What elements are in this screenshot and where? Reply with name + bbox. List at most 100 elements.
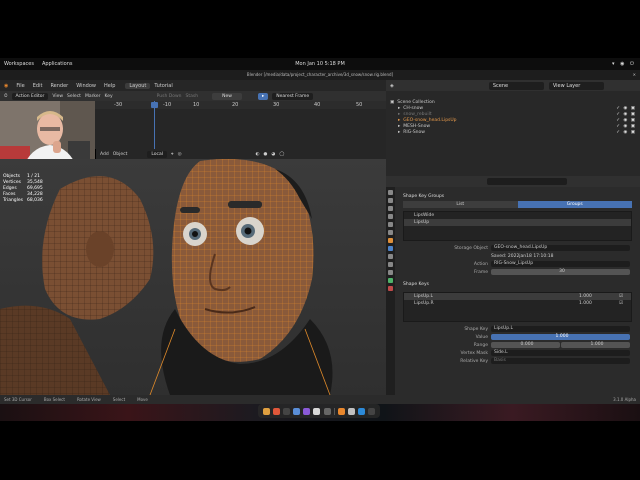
constraints-tab-icon[interactable]: [388, 270, 393, 275]
properties-search-input[interactable]: [487, 178, 567, 185]
app-icon[interactable]: [323, 407, 331, 415]
letterbox-bottom: [0, 421, 640, 480]
current-frame-indicator[interactable]: [151, 102, 158, 108]
world-tab-icon[interactable]: [388, 230, 393, 235]
tab-tutorial[interactable]: Tutorial: [150, 83, 176, 89]
shape-key-name-field[interactable]: LipsUp.L: [491, 326, 630, 332]
app-icon[interactable]: [368, 407, 376, 415]
tool-tab-icon[interactable]: [388, 190, 393, 195]
editor-type-icon[interactable]: ⏱: [4, 93, 8, 99]
viewport-menu-object[interactable]: Object: [113, 152, 128, 157]
shading-render-icon[interactable]: ◯: [279, 152, 284, 157]
storage-object-field[interactable]: GEO-snow_head.LipsUp: [491, 245, 630, 251]
filter-icon[interactable]: ▸: [257, 92, 269, 100]
list-item[interactable]: LipsUp.R 1.000 ☑: [404, 300, 631, 307]
workspaces-button[interactable]: Workspaces: [4, 61, 34, 67]
timeline-menu-view[interactable]: View: [52, 94, 63, 99]
app-icon[interactable]: [303, 407, 311, 415]
status-hint: Select: [112, 397, 126, 402]
timeline-menu-select[interactable]: Select: [67, 94, 81, 99]
viewport-statistics: Objects 1 / 21 Vertices 35,548 Edges 69,695…: [3, 174, 43, 204]
letterbox-top: [0, 0, 640, 58]
list-item[interactable]: LipsUp: [404, 219, 631, 226]
blender-icon[interactable]: [337, 407, 345, 415]
storage-object-row: Storage Object GEO-snow_head.LipsUp: [395, 244, 640, 252]
push-down-button[interactable]: Push Down: [157, 94, 182, 99]
tick-label: -10: [163, 102, 172, 108]
checkbox-icon[interactable]: ☑: [619, 300, 631, 307]
shading-material-icon[interactable]: ◕: [271, 152, 275, 157]
modifier-tab-icon[interactable]: [388, 246, 393, 251]
visibility-icons[interactable]: ✓ ◉ ▣: [616, 130, 636, 136]
shape-key-groups-header[interactable]: Shape Key Groups: [395, 193, 640, 201]
relative-key-row: Relative Key Basis: [395, 357, 640, 365]
stash-button[interactable]: Stash: [186, 94, 199, 99]
tick-label: -30: [114, 102, 123, 108]
expand-icon[interactable]: ▸: [398, 130, 400, 136]
applications-menu[interactable]: Applications: [42, 61, 73, 67]
orientation-dropdown[interactable]: Local: [147, 150, 168, 158]
system-tray-icons[interactable]: ▾ ◉ ⏻: [612, 61, 636, 67]
range-min-field[interactable]: 0.000: [491, 342, 560, 348]
value-slider[interactable]: 1.000: [491, 334, 630, 340]
object-tab-icon[interactable]: [388, 238, 393, 243]
editor-mode-dropdown[interactable]: Action Editor: [11, 92, 49, 100]
overlay-icon[interactable]: ◐: [256, 152, 260, 157]
list-item[interactable]: LipsUp.L 1.000 ☑: [404, 293, 631, 300]
menu-edit[interactable]: Edit: [29, 83, 47, 89]
status-hint: Box Select: [43, 397, 65, 402]
status-hint: Move: [137, 397, 148, 402]
tick-label: 10: [193, 102, 200, 108]
shading-solid-icon[interactable]: ●: [263, 152, 267, 157]
browser-icon[interactable]: [272, 407, 280, 415]
checkbox-icon[interactable]: ☑: [619, 293, 631, 300]
app-icon[interactable]: [313, 407, 321, 415]
tab-layout[interactable]: Layout: [125, 82, 151, 89]
menu-file[interactable]: File: [12, 83, 28, 89]
frame-row: Frame 30: [395, 268, 640, 276]
viewport-menu-add[interactable]: Add: [100, 152, 109, 157]
app-icon[interactable]: [347, 407, 355, 415]
range-max-field[interactable]: 1.000: [561, 342, 630, 348]
text-editor-icon[interactable]: [293, 407, 301, 415]
toggle-groups[interactable]: Groups: [517, 201, 632, 208]
timeline-menu-key[interactable]: Key: [105, 94, 113, 99]
saved-timestamp: Saved: 2022jan18 17:10:18: [491, 253, 554, 259]
playhead[interactable]: [154, 101, 155, 149]
terminal-icon[interactable]: [358, 407, 366, 415]
view-layer-selector[interactable]: View Layer: [548, 81, 604, 90]
output-tab-icon[interactable]: [388, 206, 393, 211]
files-icon[interactable]: [262, 407, 270, 415]
menu-window[interactable]: Window: [72, 83, 100, 89]
menu-help[interactable]: Help: [100, 83, 119, 89]
interpolation-dropdown[interactable]: Nearest Frame: [272, 92, 314, 100]
3d-viewport[interactable]: [0, 159, 386, 395]
relative-key-field[interactable]: Basis: [491, 358, 630, 364]
clock[interactable]: Mon Jan 10 5:18 PM: [0, 61, 640, 67]
close-icon[interactable]: ✕: [633, 70, 636, 80]
menu-render[interactable]: Render: [46, 83, 72, 89]
blender-logo-icon[interactable]: ◉: [0, 83, 12, 89]
frame-ruler[interactable]: -30 -10 10 20 30 40 50: [95, 101, 386, 109]
physics-tab-icon[interactable]: [388, 262, 393, 267]
scene-tab-icon[interactable]: [388, 222, 393, 227]
toggle-list[interactable]: List: [403, 201, 518, 208]
shape-keys-header[interactable]: Shape Keys: [395, 281, 640, 289]
material-tab-icon[interactable]: [388, 286, 393, 291]
view-layer-tab-icon[interactable]: [388, 214, 393, 219]
status-hint: Rotate View: [76, 397, 101, 402]
snap-icon[interactable]: ⌖: [171, 151, 174, 157]
list-item[interactable]: LipsWide: [404, 212, 631, 219]
frame-field[interactable]: 30: [491, 269, 630, 275]
scene-selector[interactable]: Scene: [488, 81, 544, 90]
new-action-button[interactable]: New: [212, 92, 242, 100]
particles-tab-icon[interactable]: [388, 254, 393, 259]
outliner-row[interactable]: ▸ RIG-Snow ✓ ◉ ▣: [390, 130, 636, 136]
action-field[interactable]: RIG-Snow_LipsUp: [491, 261, 630, 267]
timeline-menu-marker[interactable]: Marker: [85, 94, 101, 99]
proportional-icon[interactable]: ◎: [178, 152, 182, 157]
render-tab-icon[interactable]: [388, 198, 393, 203]
vertex-mask-field[interactable]: Side.L: [491, 350, 630, 356]
obs-icon[interactable]: [282, 407, 290, 415]
data-tab-icon[interactable]: [388, 278, 393, 283]
